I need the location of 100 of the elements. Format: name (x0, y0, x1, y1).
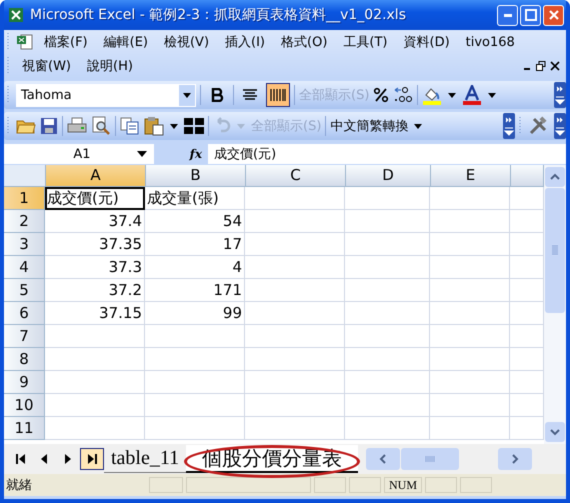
menu-item[interactable]: 說明(H) (81, 57, 139, 75)
table-cell[interactable] (345, 233, 430, 256)
table-cell[interactable] (145, 371, 245, 394)
table-cell[interactable] (430, 325, 510, 348)
caret-icon[interactable] (137, 151, 147, 157)
document-icon[interactable] (16, 33, 34, 51)
table-cell[interactable]: 17 (145, 233, 245, 256)
table-cell[interactable] (45, 394, 145, 417)
menu-item[interactable]: 插入(I) (219, 33, 272, 51)
column-header[interactable]: C (246, 165, 346, 187)
font-dropdown[interactable]: Tahoma (16, 84, 196, 106)
chinese-conversion-button[interactable]: 中文簡繁轉換 (330, 117, 408, 135)
scroll-up-button[interactable] (545, 167, 565, 187)
column-header[interactable]: E (431, 165, 511, 187)
copy-icon[interactable] (120, 117, 140, 135)
minimize-button[interactable] (497, 4, 518, 26)
right-triangle-icon[interactable] (65, 454, 71, 464)
tools-icon[interactable] (528, 116, 548, 136)
table-cell[interactable]: 99 (145, 302, 245, 325)
formula-field[interactable]: 成交價(元) (208, 144, 566, 164)
menu-item[interactable]: 檢視(V) (158, 33, 216, 51)
name-box[interactable]: A1 (4, 144, 154, 164)
table-cell[interactable] (245, 302, 345, 325)
table-cell[interactable]: 171 (145, 279, 245, 302)
print-preview-icon[interactable] (91, 116, 111, 136)
caret-icon[interactable] (170, 124, 178, 128)
row-header[interactable]: 3 (4, 233, 45, 256)
table-cell[interactable] (45, 325, 145, 348)
scroll-down-button[interactable] (545, 422, 565, 442)
restore-icon[interactable] (536, 61, 546, 71)
table-cell[interactable] (145, 325, 245, 348)
bold-icon[interactable] (210, 88, 224, 102)
row-header[interactable]: 11 (4, 417, 45, 440)
table-cell[interactable] (345, 256, 430, 279)
menu-item[interactable]: 視窗(W) (16, 57, 77, 75)
grip-handle[interactable] (7, 85, 10, 105)
table-cell[interactable] (430, 279, 510, 302)
row-header[interactable]: 2 (4, 210, 45, 233)
table-cell[interactable] (345, 210, 430, 233)
table-cell[interactable]: 37.15 (45, 302, 145, 325)
percent-icon[interactable] (373, 87, 390, 103)
table-cell[interactable]: 成交量(張) (145, 187, 245, 210)
column-header[interactable]: B (146, 165, 246, 187)
row-header[interactable]: 10 (4, 394, 45, 417)
table-cell[interactable] (45, 371, 145, 394)
menu-item[interactable]: tivo168 (460, 34, 521, 50)
menu-item[interactable]: 編輯(E) (98, 33, 154, 51)
table-cell[interactable] (245, 394, 345, 417)
grip-handle[interactable] (7, 32, 10, 52)
select-all-button[interactable] (4, 165, 46, 187)
table-cell[interactable] (430, 371, 510, 394)
close-icon[interactable] (550, 61, 560, 71)
table-cell[interactable] (430, 394, 510, 417)
grip-handle[interactable] (7, 116, 10, 136)
table-cell[interactable] (345, 371, 430, 394)
table-cell[interactable]: 37.35 (45, 233, 145, 256)
scrollbar-thumb[interactable] (545, 188, 565, 313)
table-cell[interactable] (345, 302, 430, 325)
printer-icon[interactable] (67, 117, 87, 135)
table-cell[interactable] (245, 371, 345, 394)
table-cell[interactable]: 54 (145, 210, 245, 233)
row-header[interactable]: 9 (4, 371, 45, 394)
caret-icon[interactable] (448, 92, 456, 98)
column-header[interactable] (511, 165, 544, 187)
table-cell[interactable] (430, 256, 510, 279)
table-cell[interactable] (430, 210, 510, 233)
scroll-right-button[interactable] (498, 448, 532, 470)
table-cell[interactable] (430, 348, 510, 371)
caret-icon[interactable] (414, 124, 422, 128)
table-cell[interactable] (345, 417, 430, 440)
last-icon[interactable] (88, 454, 96, 464)
caret-icon[interactable] (183, 92, 191, 98)
table-cell[interactable]: 4 (145, 256, 245, 279)
toolbar-options-button[interactable] (554, 82, 566, 108)
table-cell[interactable] (245, 417, 345, 440)
last-sheet-button[interactable] (80, 448, 104, 470)
table-cell[interactable] (430, 233, 510, 256)
table-cell[interactable]: 37.3 (45, 256, 145, 279)
table-cell[interactable] (245, 187, 345, 210)
left-triangle-icon[interactable] (41, 454, 47, 464)
vertical-scrollbar[interactable] (544, 165, 566, 444)
close-button[interactable] (543, 4, 564, 26)
row-header[interactable]: 6 (4, 302, 45, 325)
toolbar-options-button[interactable] (554, 113, 566, 139)
align-center-icon[interactable] (242, 89, 258, 101)
row-header[interactable]: 7 (4, 325, 45, 348)
toolbar-options-button[interactable] (503, 113, 515, 139)
font-color-icon[interactable] (462, 85, 482, 105)
table-cell[interactable] (245, 325, 345, 348)
table-cell[interactable] (345, 394, 430, 417)
table-cell[interactable] (345, 325, 430, 348)
grip-handle[interactable] (519, 116, 522, 136)
distributed-align-icon[interactable] (270, 88, 286, 102)
row-header[interactable]: 5 (4, 279, 45, 302)
caret-icon[interactable] (488, 92, 496, 98)
function-button[interactable]: fx (154, 147, 208, 161)
increase-decimal-icon[interactable] (393, 86, 414, 104)
row-header[interactable]: 8 (4, 348, 45, 371)
table-cell[interactable]: 37.2 (45, 279, 145, 302)
scrollbar-thumb[interactable] (401, 448, 460, 470)
